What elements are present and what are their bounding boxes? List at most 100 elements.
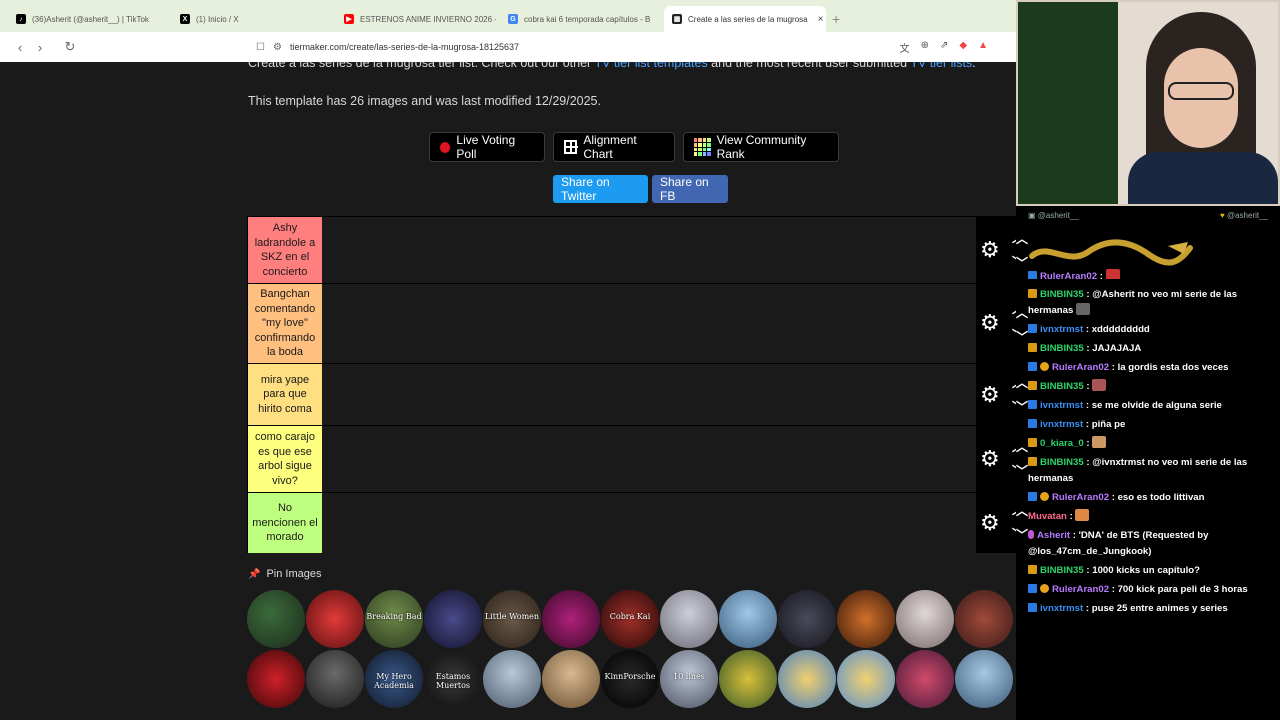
chevron-down-icon[interactable]: ﹀ <box>1016 328 1028 345</box>
tab-x[interactable]: X (1) Inicio / X <box>172 6 332 32</box>
series-thumbnail[interactable]: 10 lines <box>660 650 718 708</box>
tier-row: Ashy ladrandole a SKZ en el concierto ⚙ … <box>248 217 1016 284</box>
series-thumbnail[interactable] <box>778 650 836 708</box>
series-thumbnail[interactable]: My Hero Academia <box>365 650 423 708</box>
bookmark-icon[interactable]: ☐ <box>256 42 265 53</box>
chevron-down-icon[interactable]: ﹀ <box>1016 526 1028 543</box>
forward-button[interactable]: › <box>30 40 50 55</box>
gear-icon[interactable]: ⚙ <box>980 510 1000 536</box>
series-thumbnail[interactable]: Estamos Muertos <box>424 650 482 708</box>
series-thumbnail[interactable] <box>424 590 482 648</box>
tab-tiermaker[interactable]: ▦ Create a las series de la mugrosa × <box>664 6 826 32</box>
brave-shield-icon[interactable]: ◆ <box>959 40 967 55</box>
gear-icon[interactable]: ⚙ <box>980 382 1000 408</box>
tab-youtube[interactable]: ▶ ESTRENOS ANIME INVIERNO 2026 - <box>336 6 496 32</box>
chat-message: RulerAran02 : la gordis esta dos veces <box>1028 360 1276 376</box>
chevron-down-icon[interactable]: ﹀ <box>1016 398 1028 415</box>
tier-row: Bangchan comentando "my love" confirmand… <box>248 284 1016 364</box>
community-rank-button[interactable]: View Community Rank <box>683 132 839 162</box>
button-label: Alignment Chart <box>583 133 637 161</box>
tv-tier-lists-link[interactable]: TV tier lists <box>910 62 972 70</box>
close-tab-icon[interactable]: × <box>818 14 824 25</box>
chat-message: ivnxtrmst : piña pe <box>1028 417 1276 433</box>
series-thumbnail[interactable] <box>896 650 954 708</box>
translate-icon[interactable]: 文 <box>900 40 910 55</box>
series-thumbnail[interactable]: KinnPorsche <box>601 650 659 708</box>
share-icon[interactable]: ⇗ <box>940 40 948 55</box>
tab-tiktok[interactable]: ♪ (36)Asherit (@asherit__) | TikTok <box>8 6 168 32</box>
brave-rewards-icon[interactable]: ▲ <box>978 40 988 55</box>
zoom-icon[interactable]: ⊕ <box>921 40 929 55</box>
series-thumbnail[interactable] <box>837 590 895 648</box>
chat-message: BINBIN35 : @ivnxtrmst no veo mi serie de… <box>1028 457 1248 484</box>
share-fb-button[interactable]: Share on FB <box>652 175 728 203</box>
series-thumbnail[interactable] <box>542 650 600 708</box>
series-thumbnail[interactable] <box>660 590 718 648</box>
pin-images-toggle[interactable]: 📌 Pin Images <box>248 568 321 580</box>
tier-label[interactable]: Bangchan comentando "my love" confirmand… <box>248 284 322 363</box>
chat-message: ivnxtrmst : puse 25 entre animes y serie… <box>1028 601 1276 617</box>
series-thumbnail[interactable]: Little Women <box>483 590 541 648</box>
series-thumbnail[interactable] <box>955 650 1013 708</box>
tv-templates-link[interactable]: TV tier list templates <box>594 62 707 70</box>
tier-drop-zone[interactable] <box>322 217 976 283</box>
alignment-chart-button[interactable]: Alignment Chart <box>553 132 675 162</box>
tiermaker-icon: ▦ <box>672 14 682 24</box>
series-thumbnail[interactable] <box>306 650 364 708</box>
back-button[interactable]: ‹ <box>10 40 30 55</box>
tier-label[interactable]: Ashy ladrandole a SKZ en el concierto <box>248 217 322 283</box>
grid-icon <box>564 140 579 154</box>
tab-label: (1) Inicio / X <box>196 14 239 24</box>
series-thumbnail[interactable] <box>719 590 777 648</box>
series-thumbnail[interactable]: Cobra Kai <box>601 590 659 648</box>
reload-button[interactable]: ↻ <box>60 39 80 55</box>
tier-row: mira yape para que hirito coma ⚙ ︿ ﹀ <box>248 364 1016 426</box>
url-text[interactable]: tiermaker.com/create/las-series-de-la-mu… <box>290 42 519 52</box>
live-voting-button[interactable]: Live Voting Poll <box>429 132 545 162</box>
chevron-down-icon[interactable]: ﹀ <box>1016 254 1028 271</box>
gear-icon[interactable]: ⚙ <box>980 446 1000 472</box>
series-thumbnail[interactable] <box>247 590 305 648</box>
series-thumbnail[interactable] <box>247 650 305 708</box>
series-thumbnail[interactable] <box>837 650 895 708</box>
chat-message: BINBIN35 : JAJAJAJA <box>1028 341 1276 357</box>
chevron-up-icon[interactable]: ︿ <box>1016 438 1028 455</box>
series-thumbnail[interactable] <box>483 650 541 708</box>
tier-label[interactable]: mira yape para que hirito coma <box>248 364 322 425</box>
series-thumbnail[interactable] <box>955 590 1013 648</box>
tab-strip: ♪ (36)Asherit (@asherit__) | TikTok X (1… <box>0 6 1016 32</box>
chevron-up-icon[interactable]: ︿ <box>1016 304 1028 321</box>
template-description: Create a las series de la mugrosa tier l… <box>248 62 976 70</box>
series-thumbnail[interactable] <box>896 590 954 648</box>
tier-drop-zone[interactable] <box>322 493 976 553</box>
tier-controls: ⚙ ︿ ﹀ <box>976 284 1016 363</box>
chat-message: BINBIN35 : 1000 kicks un capítulo? <box>1028 563 1276 579</box>
chevron-up-icon[interactable]: ︿ <box>1016 374 1028 391</box>
tier-label[interactable]: No mencionen el morado <box>248 493 322 553</box>
chevron-up-icon[interactable]: ︿ <box>1016 502 1028 519</box>
series-thumbnail[interactable] <box>778 590 836 648</box>
chat-message: Asherit : 'DNA' de BTS (Requested by @lo… <box>1028 530 1209 557</box>
gear-icon[interactable]: ⚙ <box>980 310 1000 336</box>
new-tab-button[interactable]: + <box>832 11 840 27</box>
tier-drop-zone[interactable] <box>322 284 976 363</box>
tier-drop-zone[interactable] <box>322 364 976 425</box>
share-twitter-button[interactable]: Share on Twitter <box>553 175 648 203</box>
tier-drop-zone[interactable] <box>322 426 976 492</box>
series-thumbnail[interactable] <box>306 590 364 648</box>
chevron-up-icon[interactable]: ︿ <box>1016 230 1028 247</box>
chevron-down-icon[interactable]: ﹀ <box>1016 462 1028 479</box>
tab-google[interactable]: G cobra kai 6 temporada capítulos - B <box>500 6 660 32</box>
template-info: This template has 26 images and was last… <box>248 94 601 108</box>
series-thumbnail[interactable] <box>542 590 600 648</box>
pin-images-label: Pin Images <box>266 568 322 580</box>
tab-label: ESTRENOS ANIME INVIERNO 2026 - <box>360 14 496 24</box>
site-info-icon[interactable]: ⚙ <box>273 42 282 53</box>
gear-icon[interactable]: ⚙ <box>980 237 1000 263</box>
dragon-decoration-icon <box>1029 239 1193 266</box>
tier-label[interactable]: como carajo es que ese arbol sigue vivo? <box>248 426 322 492</box>
series-thumbnail[interactable]: Breaking Bad <box>365 590 423 648</box>
address-bar[interactable]: ☐ ⚙ tiermaker.com/create/las-series-de-l… <box>256 36 1006 58</box>
tier-controls: ⚙ ︿ ﹀ <box>976 364 1016 425</box>
series-thumbnail[interactable] <box>719 650 777 708</box>
